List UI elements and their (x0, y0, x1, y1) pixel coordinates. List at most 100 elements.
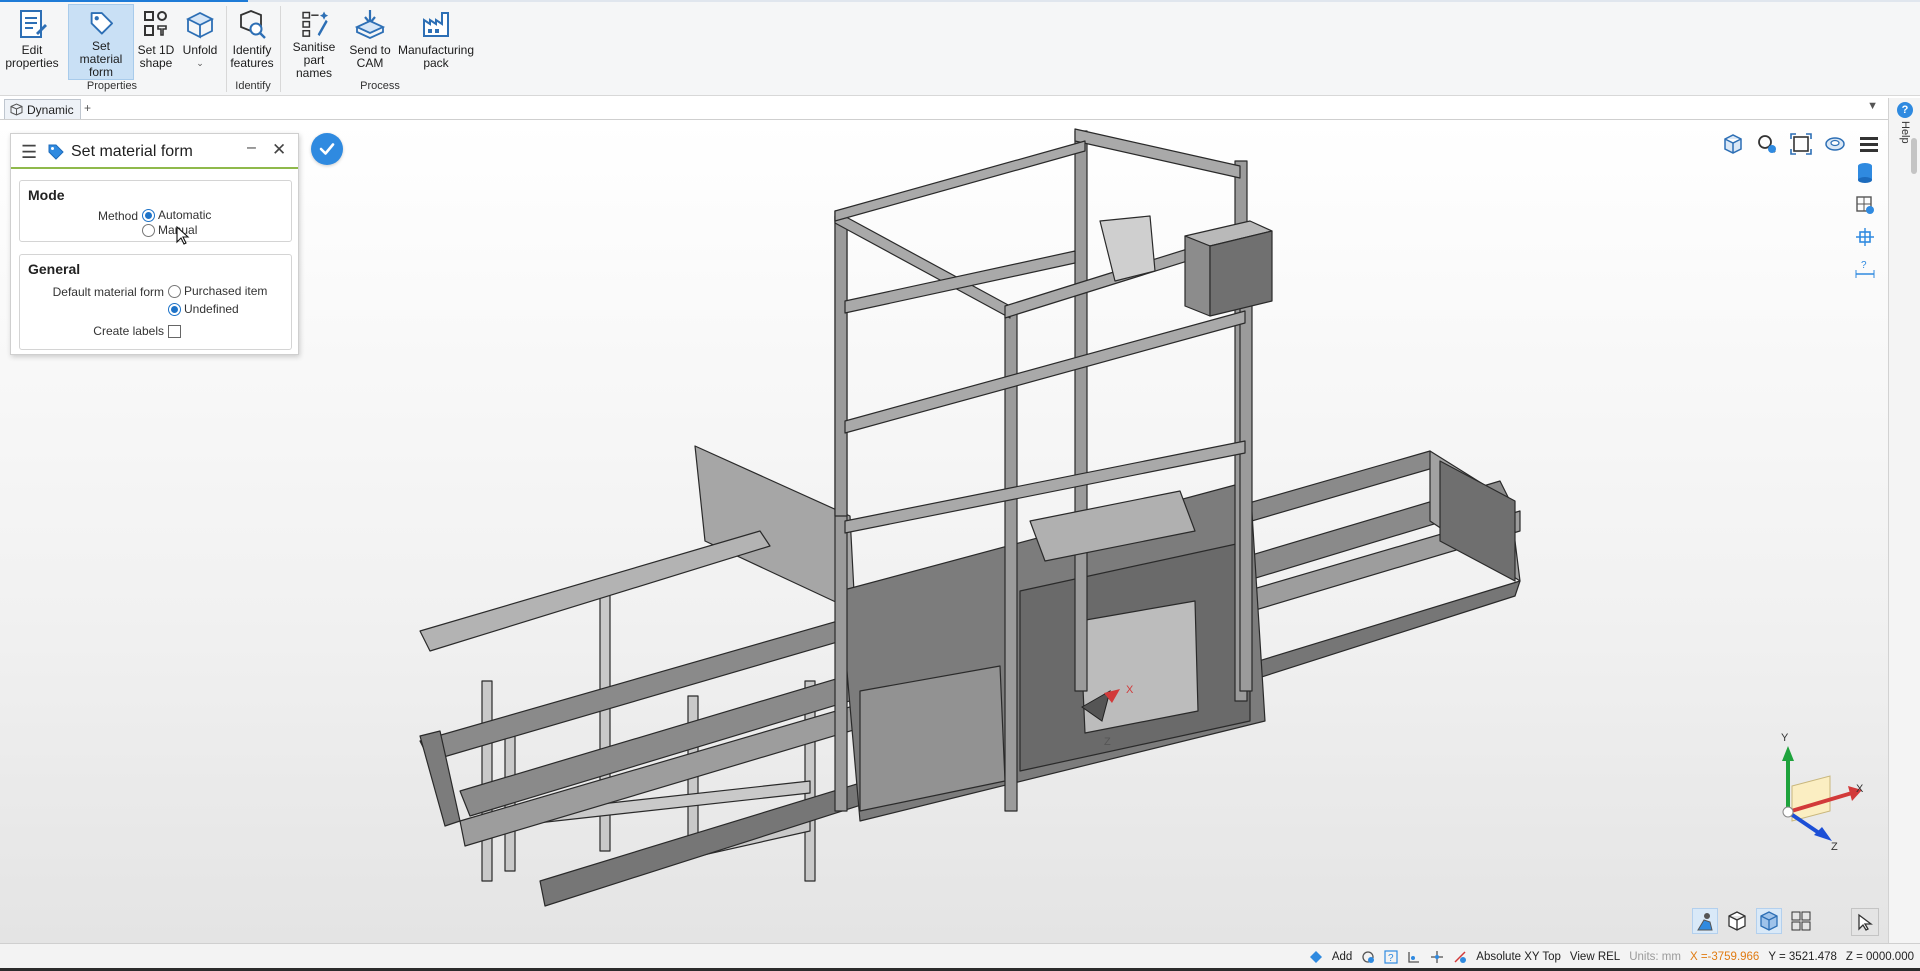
view-cube-icon (1724, 134, 1742, 154)
tag-icon (48, 144, 64, 160)
panel-menu-icon[interactable]: ☰ (21, 142, 37, 163)
crosshair-button[interactable] (1852, 224, 1878, 250)
zoom-extents-button[interactable] (1788, 131, 1814, 157)
identify-features-button[interactable]: Identify features (228, 4, 276, 80)
model-z-label: Z (1104, 736, 1111, 748)
solid-view-button[interactable] (1756, 908, 1782, 934)
radio-button-selected[interactable] (142, 208, 155, 222)
constraint-icon[interactable] (1407, 950, 1421, 964)
set-1d-shape-button[interactable]: Set 1D shape (136, 4, 176, 80)
frame-upright (1074, 130, 1088, 692)
crosshair-icon (1856, 228, 1874, 246)
ribbon-group-process-label: Process (360, 80, 400, 92)
send-to-cam-icon (354, 10, 386, 39)
undefined-radio[interactable]: Undefined (168, 302, 239, 316)
wire-cube-icon (1728, 911, 1746, 931)
create-labels-checkbox[interactable] (168, 325, 181, 338)
edit-properties-button[interactable]: Edit properties (2, 4, 62, 80)
radio-button-selected[interactable] (168, 302, 181, 316)
view-toolbar (1720, 131, 1882, 157)
cube-icon (10, 103, 23, 116)
mounting-bracket (1099, 215, 1156, 282)
create-labels-label: Create labels (93, 324, 164, 338)
select-tool-button[interactable] (1851, 908, 1879, 936)
manufacturing-pack-button[interactable]: Manufacturing pack (396, 4, 476, 80)
section-view-button[interactable] (1852, 192, 1878, 218)
tag-icon (90, 12, 114, 35)
shaded-view-button[interactable] (1692, 908, 1718, 934)
help-label: Help (1899, 121, 1911, 144)
view-menu-button[interactable] (1856, 131, 1882, 157)
measure-button[interactable]: ? (1852, 256, 1878, 282)
guard-plate (694, 445, 856, 612)
tab-list-dropdown-icon[interactable]: ▼ (1867, 100, 1878, 112)
snap-icon[interactable] (1361, 950, 1375, 964)
grid-icon (1791, 911, 1811, 931)
orientation-triad: Y X Z (1781, 732, 1864, 853)
scrollbar-thumb[interactable] (1911, 138, 1917, 174)
edit-properties-label: Edit properties (5, 43, 59, 70)
tab-dynamic[interactable]: Dynamic (4, 99, 81, 119)
hamburger-icon (1860, 137, 1878, 152)
confirm-button[interactable] (311, 133, 343, 165)
edit-properties-icon (20, 10, 47, 38)
add-tab-button[interactable]: + (84, 101, 91, 115)
render-mode-button[interactable] (1822, 131, 1848, 157)
query-icon[interactable]: ? (1384, 950, 1398, 964)
database-icon (1858, 163, 1872, 183)
coord-system-label[interactable]: Absolute XY Top (1476, 951, 1561, 963)
send-to-cam-button[interactable]: Send to CAM (346, 4, 394, 80)
radio-button[interactable] (168, 284, 181, 298)
zoom-button[interactable] (1754, 131, 1780, 157)
method-automatic-label: Automatic (158, 208, 212, 222)
ribbon-separator (280, 6, 281, 92)
purchased-item-label: Purchased item (184, 284, 268, 298)
database-button[interactable] (1852, 160, 1878, 186)
ribbon-tab-accent (0, 0, 248, 2)
conveyor-endcap (1439, 460, 1516, 582)
view-side-toolbar: ? (1852, 160, 1878, 282)
method-automatic-radio[interactable]: Automatic (142, 208, 211, 222)
x-coordinate: X =-3759.966 (1689, 951, 1760, 963)
cursor-arrow-icon (1858, 913, 1873, 931)
layout-grid-button[interactable] (1788, 908, 1814, 934)
solid-cube-icon (1760, 911, 1778, 931)
view-mode-label[interactable]: View REL (1570, 951, 1620, 963)
person-view-icon (1697, 913, 1713, 931)
wireframe-view-button[interactable] (1724, 908, 1750, 934)
purchased-item-radio[interactable]: Purchased item (168, 284, 267, 298)
triad-plane (1791, 775, 1831, 822)
close-icon[interactable]: ✕ (272, 140, 286, 160)
document-tab-row: Dynamic + ▼ (0, 98, 1920, 120)
unfold-label: Unfold (182, 43, 218, 57)
z-coordinate: Z = 0000.000 (1845, 951, 1914, 963)
view-cube-button[interactable] (1720, 131, 1746, 157)
panel-title: Set material form (71, 143, 193, 160)
sanitise-part-names-button[interactable]: Sanitise part names (284, 4, 344, 80)
general-section: General Default material form Purchased … (19, 254, 292, 350)
unfold-button[interactable]: Unfold ⌄ (178, 4, 222, 80)
set-1d-shape-icon (144, 11, 167, 36)
unfold-dropdown-icon[interactable]: ⌄ (196, 57, 204, 70)
set-material-form-button[interactable]: Set material form (68, 4, 134, 80)
identify-features-icon (240, 10, 266, 39)
electrical-box (1209, 230, 1273, 317)
unfold-icon (185, 11, 215, 39)
manufacturing-pack-label: Manufacturing pack (397, 43, 475, 70)
minimize-icon[interactable]: – (247, 139, 256, 157)
radio-button[interactable] (142, 223, 155, 237)
triad-x-label: X (1856, 783, 1864, 795)
ribbon-topline (0, 0, 1920, 2)
axis-lock-icon[interactable] (1430, 950, 1444, 964)
frame-crossmember (834, 140, 1086, 222)
section-view-icon (1856, 196, 1874, 214)
render-mode-icon (1825, 137, 1845, 151)
svg-text:?: ? (1861, 260, 1867, 271)
add-mode-icon[interactable] (1309, 950, 1323, 964)
grid-snap-icon[interactable] (1453, 950, 1467, 964)
zoom-extents-icon (1790, 133, 1812, 155)
ribbon-group-properties-label: Properties (86, 80, 138, 92)
default-material-form-label: Default material form (52, 285, 164, 299)
manufacturing-pack-icon (423, 12, 449, 37)
add-mode-label[interactable]: Add (1332, 951, 1352, 963)
